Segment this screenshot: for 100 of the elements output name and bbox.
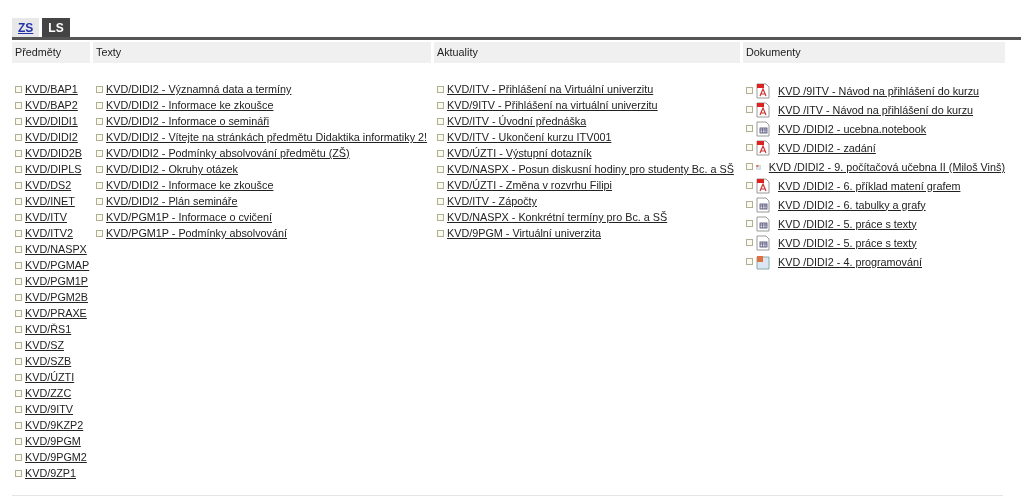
bullet-icon — [15, 165, 22, 173]
bullet-icon — [437, 197, 444, 205]
presentation-file-icon — [756, 253, 770, 270]
document-link[interactable]: KVD /DIDI2 - 5. práce s texty — [770, 217, 917, 230]
item-link[interactable]: KVD/ITV - Ukončení kurzu ITV001 — [447, 131, 612, 143]
bullet-icon — [15, 325, 22, 333]
bullet-icon — [437, 213, 444, 221]
bullet-icon — [15, 117, 22, 125]
bullet-icon — [96, 229, 103, 237]
item-link[interactable]: KVD/DIDI2 - Informace o semináři — [106, 115, 270, 127]
item-link[interactable]: KVD/ÚZTI — [25, 371, 75, 383]
spreadsheet-file-icon — [756, 234, 770, 251]
bullet-icon — [437, 165, 444, 173]
item-link[interactable]: KVD/ÚZTI - Změna v rozvrhu Filipi — [447, 179, 612, 191]
item-link[interactable]: KVD/PGM2B — [25, 291, 88, 303]
item-link[interactable]: KVD/DIDI2 - Plán semináře — [106, 195, 238, 207]
item-link[interactable]: KVD/DIDI1 — [25, 115, 78, 127]
item-link[interactable]: KVD/PGM1P - Podmínky absolvování — [106, 227, 288, 239]
pdf-file-icon — [756, 101, 770, 118]
column-heading: Dokumenty — [743, 42, 1005, 63]
item-link[interactable]: KVD/PGMAP — [25, 259, 90, 271]
item-link[interactable]: KVD/PGM1P - Informace o cvičení — [106, 211, 272, 223]
item-link[interactable]: KVD/9PGM — [25, 435, 81, 447]
document-link[interactable]: KVD /DIDI2 - ucebna.notebook — [770, 122, 927, 135]
bullet-icon — [15, 261, 22, 269]
column-heading: Aktuality — [434, 42, 740, 63]
bullet-icon — [746, 144, 753, 151]
item-link[interactable]: KVD/PGM1P — [25, 275, 88, 287]
bullet-icon — [437, 229, 444, 237]
item-link[interactable]: KVD/SZB — [25, 355, 72, 367]
item-link[interactable]: KVD/9KZP2 — [25, 419, 84, 431]
item-link[interactable]: KVD/DIDI2 - Významná data a termíny — [106, 83, 292, 95]
item-link[interactable]: KVD/DID2B — [25, 147, 82, 159]
item-link[interactable]: KVD/DIDI2 — [25, 131, 78, 143]
item-link[interactable]: KVD/DIDI2 - Podmínky absolvování předmětu (ZŠ) — [106, 147, 350, 159]
document-link[interactable]: KVD /DIDI2 - 6. tabulky a grafy — [770, 198, 926, 211]
item-link[interactable]: KVD/DIDI2 - Vítejte na stránkách předmětu Didaktika informatiky 2! — [106, 131, 428, 143]
tab[interactable]: LS — [42, 18, 70, 37]
document-link[interactable]: KVD /9ITV - Návod na přihlášení do kurzu — [770, 84, 980, 97]
bullet-icon — [746, 163, 753, 170]
bullet-icon — [746, 239, 753, 246]
item-link[interactable]: KVD/BAP1 — [25, 83, 78, 95]
item-link[interactable]: KVD/DS2 — [25, 179, 72, 191]
item-link[interactable]: KVD/SZ — [25, 339, 64, 351]
item-link[interactable]: KVD/DIDI2 - Informace ke zkoušce — [106, 99, 274, 111]
item-link[interactable]: KVD/9ITV — [25, 403, 73, 415]
bullet-icon — [437, 85, 444, 93]
item-link[interactable]: KVD/ITV — [25, 211, 67, 223]
bullet-icon — [15, 133, 22, 141]
item-link[interactable]: KVD/9ZP1 — [25, 467, 76, 479]
item-link[interactable]: KVD/DIDI2 - Okruhy otázek — [106, 163, 238, 175]
item-link[interactable]: KVD/INET — [25, 195, 75, 207]
spreadsheet-file-icon — [756, 196, 770, 213]
item-link[interactable]: KVD/9PGM2 — [25, 451, 87, 463]
bullet-icon — [746, 87, 753, 94]
document-link[interactable]: KVD /DIDI2 - zadání — [770, 141, 876, 154]
document-link[interactable]: KVD /DIDI2 - 4. programování — [770, 255, 922, 268]
document-link[interactable]: KVD /ITV - Návod na přihlášení do kurzu — [770, 103, 974, 116]
bullet-icon — [746, 125, 753, 132]
document-link[interactable]: KVD /DIDI2 - 5. práce s texty — [770, 236, 917, 249]
bullet-icon — [746, 258, 753, 265]
bullet-icon — [437, 101, 444, 109]
bullet-icon — [96, 133, 103, 141]
bullet-icon — [437, 181, 444, 189]
bullet-icon — [15, 229, 22, 237]
bullet-icon — [746, 106, 753, 113]
bullet-icon — [437, 133, 444, 141]
item-link[interactable]: KVD/ITV - Přihlášení na Virtuální univerzitu — [447, 83, 654, 95]
tab[interactable]: ZS — [12, 18, 40, 37]
bullet-icon — [746, 220, 753, 227]
item-link[interactable]: KVD/ITV - Úvodní přednáška — [447, 115, 587, 127]
bullet-icon — [96, 213, 103, 221]
item-link[interactable]: KVD/ZZC — [25, 387, 72, 399]
bullet-icon — [15, 405, 22, 413]
item-link[interactable]: KVD/9ITV - Přihlášení na virtuální univerzitu — [447, 99, 658, 111]
bullet-icon — [15, 181, 22, 189]
item-link[interactable]: KVD/NASPX - Konkrétní termíny pro Bc. a SŠ — [447, 211, 668, 223]
bullet-icon — [15, 309, 22, 317]
spreadsheet-file-icon — [756, 215, 770, 232]
bullet-icon — [15, 421, 22, 429]
bullet-icon — [437, 117, 444, 125]
item-link[interactable]: KVD/DIDI2 - Informace ke zkoušce — [106, 179, 274, 191]
pdf-file-icon — [756, 139, 770, 156]
item-link[interactable]: KVD/ITV2 — [25, 227, 73, 239]
bullet-icon — [96, 101, 103, 109]
item-link[interactable]: KVD/ÚZTI - Výstupní dotazník — [447, 147, 592, 159]
item-link[interactable]: KVD/DIPLS — [25, 163, 82, 175]
document-link[interactable]: KVD /DIDI2 - 6. příklad matení grafem — [770, 179, 961, 192]
item-link[interactable]: KVD/ŘS1 — [25, 323, 72, 335]
bullet-icon — [96, 149, 103, 157]
bullet-icon — [15, 277, 22, 285]
item-link[interactable]: KVD/9PGM - Virtuální univerzita — [447, 227, 601, 239]
spreadsheet-file-icon — [756, 120, 770, 137]
document-link[interactable]: KVD /DIDI2 - 9. počítačová učebna II (Miloš Vinš) — [760, 160, 1005, 173]
item-link[interactable]: KVD/BAP2 — [25, 99, 78, 111]
item-link[interactable]: KVD/NASPX - Posun diskusní hodiny pro studenty Bc. a SŠ — [447, 163, 734, 175]
bullet-icon — [96, 85, 103, 93]
item-link[interactable]: KVD/PRAXE — [25, 307, 87, 319]
item-link[interactable]: KVD/ITV - Zápočty — [447, 195, 537, 207]
item-link[interactable]: KVD/NASPX — [25, 243, 87, 255]
